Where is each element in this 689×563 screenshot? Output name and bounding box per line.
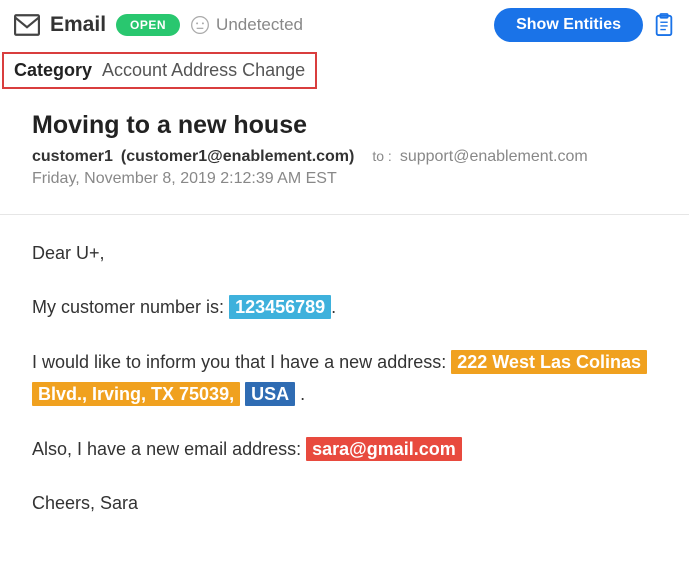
from-name: customer1 xyxy=(32,148,113,166)
body-line-customer-number: My customer number is: 123456789. xyxy=(32,291,657,323)
body-line-email: Also, I have a new email address: sara@g… xyxy=(32,433,657,465)
body-line-address: I would like to inform you that I have a… xyxy=(32,346,657,378)
status-badge: OPEN xyxy=(116,14,180,36)
email-subject: Moving to a new house xyxy=(32,111,657,140)
entity-address-part2: Blvd., Irving, TX 75039, xyxy=(32,382,240,406)
email-body: Dear U+, My customer number is: 12345678… xyxy=(0,215,689,563)
neutral-face-icon xyxy=(190,15,210,35)
sentiment-indicator: Undetected xyxy=(190,15,303,35)
entity-address-part1: 222 West Las Colinas xyxy=(451,350,647,374)
sentiment-label: Undetected xyxy=(216,15,303,35)
category-value: Account Address Change xyxy=(102,60,305,81)
email-header-bar: Email OPEN Undetected Show Entities xyxy=(0,0,689,50)
category-label: Category xyxy=(14,60,92,81)
entity-country: USA xyxy=(245,382,295,406)
show-entities-button[interactable]: Show Entities xyxy=(494,8,643,42)
body-line-address-2: Blvd., Irving, TX 75039, USA . xyxy=(32,378,657,410)
clipboard-icon[interactable] xyxy=(653,13,675,37)
from-email: (customer1@enablement.com) xyxy=(121,148,354,166)
greeting: Dear U+, xyxy=(32,237,657,269)
channel-type-label: Email xyxy=(50,13,106,37)
to-label: to : xyxy=(372,148,391,164)
closing: Cheers, Sara xyxy=(32,487,657,519)
entity-customer-number: 123456789 xyxy=(229,295,331,319)
entity-email: sara@gmail.com xyxy=(306,437,462,461)
email-date: Friday, November 8, 2019 2:12:39 AM EST xyxy=(32,170,657,188)
category-highlight-box: Category Account Address Change xyxy=(2,52,317,89)
to-email: support@enablement.com xyxy=(400,148,588,166)
envelope-icon xyxy=(14,14,40,36)
email-meta: Moving to a new house customer1 (custome… xyxy=(0,89,689,198)
